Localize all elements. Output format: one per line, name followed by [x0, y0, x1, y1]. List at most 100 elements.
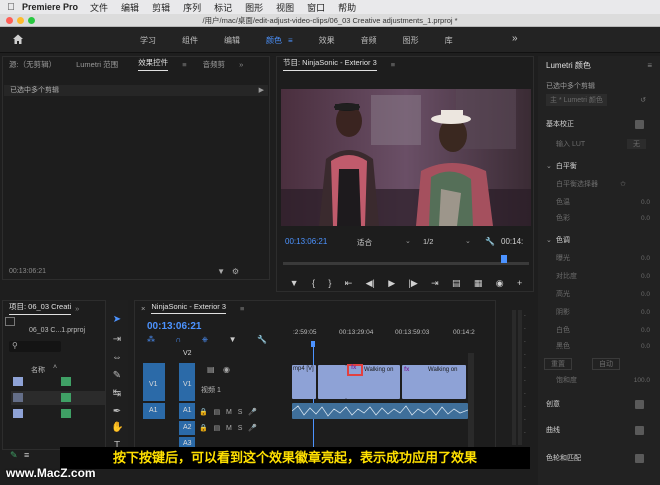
input-lut-dropdown[interactable]: 无 [627, 139, 646, 149]
auto-button[interactable]: 自动 [592, 358, 620, 370]
resolution-dropdown[interactable]: 1/2 [423, 237, 433, 246]
menu-graphics[interactable]: 图形 [245, 1, 263, 14]
panel-menu-icon[interactable]: ≡ [182, 60, 186, 69]
play-arrow-icon[interactable]: ▶ [259, 85, 264, 96]
close-icon[interactable]: × [141, 304, 145, 313]
workspace-tab-libraries[interactable]: 库 [445, 35, 453, 46]
snap-icon[interactable]: ∩ [175, 335, 181, 345]
solo-button[interactable]: S [238, 409, 243, 416]
menu-view[interactable]: 视图 [276, 1, 294, 14]
sequence-icon[interactable] [61, 377, 71, 386]
sequence-icon[interactable] [61, 409, 71, 418]
video-clip[interactable] [318, 365, 346, 399]
curves-checkbox[interactable] [635, 425, 644, 435]
apple-icon[interactable]:  [0, 2, 22, 13]
selection-tool-icon[interactable]: ➤ [111, 314, 123, 326]
sequence-icon[interactable] [61, 393, 71, 402]
project-item-selected[interactable] [11, 391, 105, 405]
tone-header[interactable]: 色调 [556, 235, 570, 245]
timeline-scrollbar[interactable] [468, 353, 474, 453]
shadows-value[interactable]: 0.0 [641, 309, 650, 316]
fx-badge-icon[interactable]: fx [404, 367, 409, 373]
solo-button[interactable]: S [238, 425, 243, 432]
razor-tool-icon[interactable]: ✎ [111, 370, 123, 382]
go-to-in-icon[interactable]: ⇤ [345, 278, 353, 289]
sequence-tab[interactable]: NinjaSonic - Exterior 3 [151, 302, 227, 314]
mute-button[interactable]: M [226, 409, 232, 416]
step-back-icon[interactable]: ◀| [366, 278, 375, 289]
audio-clip[interactable] [291, 403, 469, 419]
close-window-button[interactable] [6, 17, 13, 24]
video-clip[interactable]: mp4 [V] [292, 365, 316, 399]
add-marker-icon[interactable]: ▼ [229, 335, 237, 345]
ripple-edit-tool-icon[interactable]: ⇔ [111, 352, 123, 364]
workspace-tab-editing[interactable]: 编辑 [224, 35, 240, 46]
microphone-icon[interactable]: 🎤 [248, 425, 257, 432]
saturation-value[interactable]: 100.0 [634, 377, 650, 384]
sync-lock-icon[interactable]: ▤ [214, 425, 221, 432]
workspace-tab-graphics[interactable]: 图形 [403, 35, 419, 46]
timeline-timecode[interactable]: 00:13:06:21 [147, 321, 201, 332]
sort-up-icon[interactable]: ˄ [53, 364, 57, 371]
panel-menu-icon[interactable]: ≡ [391, 60, 395, 69]
reset-icon[interactable]: ↺ [640, 96, 646, 104]
wrench-icon[interactable]: 🔧 [485, 237, 495, 246]
nest-icon[interactable]: ⁂ [147, 335, 155, 345]
microphone-icon[interactable]: 🎤 [248, 409, 257, 416]
mute-button[interactable]: M [226, 425, 232, 432]
workspace-more-icon[interactable]: » [512, 33, 518, 44]
linked-selection-icon[interactable]: ⎈ [202, 335, 208, 345]
video-frame[interactable] [281, 89, 531, 226]
fit-dropdown-chevron-icon[interactable]: ⌄ [405, 237, 411, 245]
hamburger-menu-icon[interactable]: ≡ [288, 36, 293, 45]
fx-badge-icon[interactable]: fx [351, 365, 356, 371]
basic-correction-header[interactable]: 基本校正 [546, 119, 574, 129]
workspace-tab-color[interactable]: 颜色 ≡ [266, 35, 293, 46]
eye-icon[interactable]: ◉ [223, 365, 230, 374]
mark-in-icon[interactable]: { [312, 278, 315, 288]
fit-dropdown[interactable]: 适合 [357, 237, 372, 248]
panel-overflow-icon[interactable]: » [75, 304, 79, 313]
tint-value[interactable]: 0.0 [641, 215, 650, 222]
sync-lock-icon[interactable]: ▤ [214, 409, 221, 416]
reset-button[interactable]: 重置 [544, 358, 572, 370]
project-title[interactable]: 项目: 06_03 Creati [9, 301, 72, 315]
lock-icon[interactable]: 🔒 [199, 409, 208, 416]
play-icon[interactable]: ▶ [388, 278, 395, 289]
chevron-down-icon[interactable]: ⌄ [546, 162, 552, 170]
menu-markers[interactable]: 标记 [214, 1, 232, 14]
creative-header[interactable]: 创意 [546, 399, 560, 409]
list-view-icon[interactable]: ≡ [24, 450, 29, 460]
name-column-header[interactable]: 名称 [31, 365, 45, 375]
contrast-value[interactable]: 0.0 [641, 273, 650, 280]
creative-checkbox[interactable] [635, 399, 644, 409]
menu-window[interactable]: 窗口 [307, 1, 325, 14]
whites-value[interactable]: 0.0 [641, 327, 650, 334]
minimize-window-button[interactable] [17, 17, 24, 24]
exposure-value[interactable]: 0.0 [641, 255, 650, 262]
project-search-input[interactable]: ⚲ [9, 341, 61, 352]
chevron-down-icon[interactable]: ⌄ [546, 236, 552, 244]
blacks-value[interactable]: 0.0 [641, 343, 650, 350]
playback-scrubber[interactable] [283, 262, 529, 265]
curves-header[interactable]: 曲线 [546, 425, 560, 435]
add-button-icon[interactable]: + [517, 278, 522, 288]
eyedropper-icon[interactable]: ✩ [620, 180, 626, 188]
panel-overflow-icon[interactable]: » [239, 60, 243, 69]
add-marker-icon[interactable]: ▼ [290, 278, 299, 288]
highlights-value[interactable]: 0.0 [641, 291, 650, 298]
basic-correction-checkbox[interactable] [635, 119, 644, 129]
program-title[interactable]: 节目: NinjaSonic - Exterior 3 [283, 57, 377, 71]
pencil-icon[interactable]: ✎ [10, 450, 18, 461]
pen-tool-icon[interactable]: ✒ [111, 406, 123, 418]
lumetri-preset-dropdown[interactable]: 主 * Lumetri 颜色 [546, 94, 607, 106]
wrench-icon[interactable]: ⚙ [232, 267, 239, 276]
program-timecode[interactable]: 00:13:06:21 [285, 237, 327, 246]
video-clip[interactable]: fx Walking on [402, 365, 466, 399]
color-wheels-checkbox[interactable] [635, 453, 644, 463]
toggle-sync-lock-icon[interactable]: ▤ [207, 365, 215, 374]
home-icon[interactable] [12, 33, 24, 45]
track-select-tool-icon[interactable]: ⇥ [111, 334, 123, 346]
resolution-dropdown-chevron-icon[interactable]: ⌄ [465, 237, 471, 245]
menu-clip[interactable]: 剪辑 [152, 1, 170, 14]
